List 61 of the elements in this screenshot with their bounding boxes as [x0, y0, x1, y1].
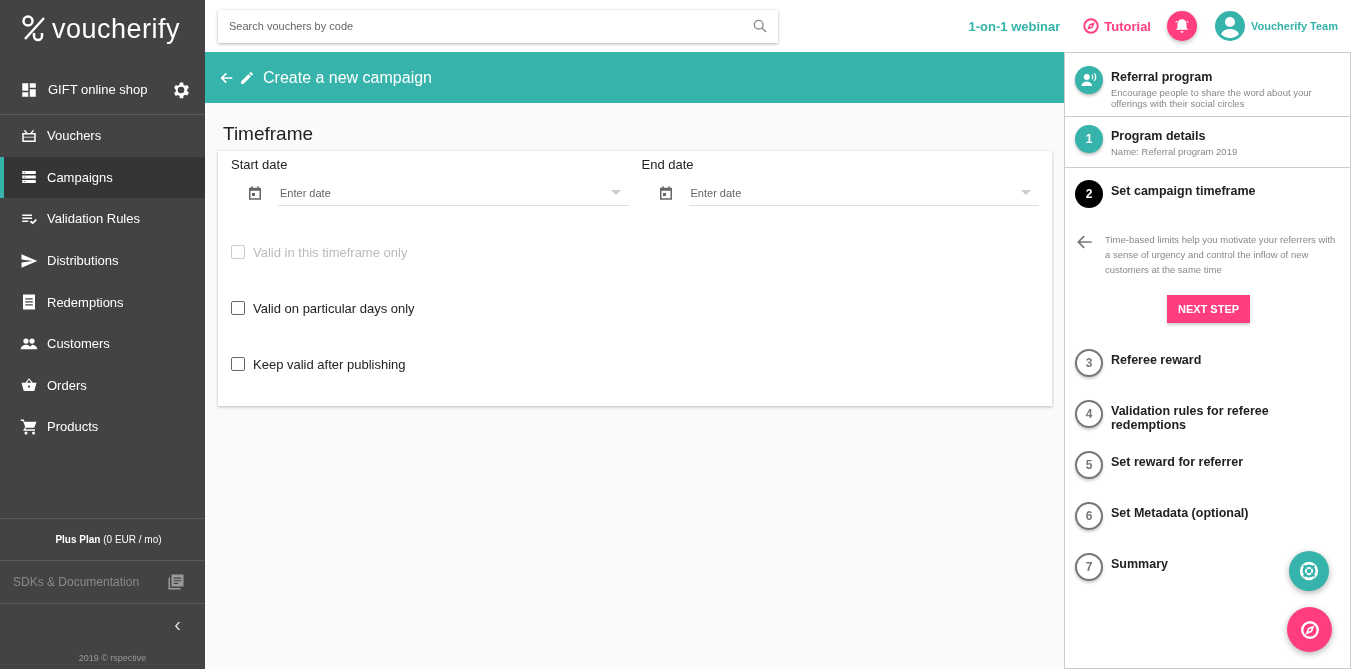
step-title[interactable]: Program details — [1111, 129, 1238, 143]
dropdown-caret-icon — [610, 190, 621, 196]
section-title: Timeframe — [223, 123, 315, 145]
checkbox-label: Valid in this timeframe only — [253, 244, 408, 260]
bell-icon — [1173, 17, 1191, 35]
checkbox-label: Keep valid after publishing — [253, 356, 406, 372]
step-title[interactable]: Set Metadata (optional) — [1111, 506, 1249, 520]
compass-icon — [1082, 17, 1101, 35]
step-number: 7 — [1075, 553, 1103, 581]
help-button[interactable] — [1289, 551, 1329, 591]
step-title: Referral program — [1111, 70, 1214, 84]
percent-logo-icon — [22, 15, 48, 43]
avatar-icon — [1215, 11, 1245, 41]
step-title[interactable]: Referee reward — [1111, 353, 1202, 367]
project-name[interactable]: GIFT online shop — [48, 82, 148, 97]
checkbox-label: Valid on particular days only — [253, 300, 415, 316]
pencil-icon — [239, 69, 255, 86]
sidebar-item[interactable]: Products — [0, 406, 205, 448]
sidebar-item[interactable]: Redemptions — [0, 281, 205, 323]
sidebar-item[interactable]: Validation Rules — [0, 198, 205, 240]
sidebar-item[interactable]: Campaigns — [0, 156, 205, 199]
logo-text: voucherify — [52, 13, 181, 45]
calendar-icon — [246, 184, 264, 202]
date-label: End date — [641, 157, 695, 172]
dropdown-caret-icon — [1021, 190, 1031, 196]
step-title[interactable]: Validation rules for referee redemptions — [1111, 404, 1340, 432]
lifebuoy-icon — [1298, 560, 1320, 582]
copyright-text: 2019 © rspective — [77, 652, 148, 665]
compass-icon — [1298, 618, 1321, 641]
dashboard-icon — [20, 80, 38, 99]
search-icon — [752, 17, 768, 34]
date-label: Start date — [231, 157, 289, 172]
search-field[interactable]: Search vouchers by code — [218, 9, 778, 43]
step-number: 6 — [1075, 502, 1103, 530]
step-title[interactable]: Set campaign timeframe — [1111, 184, 1256, 198]
step-description: Time-based limits help you motivate your referrers with a sense of urgency and control the inflow of new customers at the same time — [1105, 233, 1337, 277]
tutorial-button[interactable] — [1287, 607, 1332, 652]
date-field[interactable]: Enter date — [278, 180, 629, 206]
sidebar-item[interactable]: Customers — [0, 322, 205, 365]
checkbox[interactable] — [231, 301, 245, 315]
checkbox[interactable] — [231, 357, 245, 371]
date-field[interactable]: Enter date — [688, 180, 1039, 206]
step-number: 5 — [1075, 451, 1103, 479]
step-subtitle: Name: Referral program 2019 — [1111, 146, 1238, 157]
documents-icon — [167, 573, 185, 591]
cart-icon — [20, 417, 38, 436]
sidebar-item[interactable]: Distributions — [0, 239, 205, 282]
receipt-icon — [20, 293, 38, 312]
sidebar-item[interactable]: Orders — [0, 364, 205, 407]
speaking-person-icon — [1080, 71, 1098, 89]
page-title: Create a new campaign — [263, 68, 432, 87]
step-number: 3 — [1075, 349, 1103, 377]
step-number: 2 — [1075, 180, 1103, 208]
step-number: 4 — [1075, 400, 1103, 428]
step-subtitle: Encourage people to share the word about your offerings with their social circles — [1111, 87, 1313, 109]
notifications-button[interactable] — [1167, 11, 1197, 41]
collapse-button[interactable]: ‹ — [170, 613, 185, 636]
step-number: 1 — [1075, 125, 1103, 153]
sidebar-item[interactable]: Vouchers — [0, 115, 205, 157]
step-title[interactable]: Summary — [1111, 557, 1168, 571]
step-title[interactable]: Set reward for referrer — [1111, 455, 1243, 469]
